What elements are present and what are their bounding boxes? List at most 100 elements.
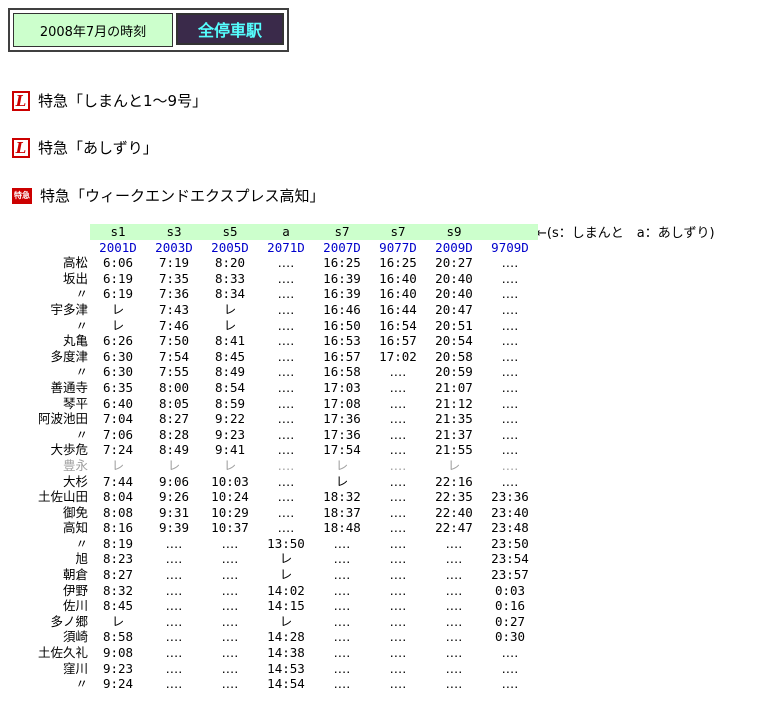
time-cell: ‥‥ (277, 395, 295, 411)
time-cell: ‥‥ (389, 520, 407, 536)
station-name: 多度津 (50, 348, 88, 364)
time-cell: レ (223, 317, 237, 333)
service-code (482, 224, 538, 240)
time-cell: 6:40 (102, 395, 134, 411)
station-name: 坂出 (62, 270, 88, 286)
time-cell: ‥‥ (333, 645, 351, 661)
time-cell: 20:51 (435, 317, 473, 333)
time-cell: 6:30 (102, 364, 134, 380)
time-cell: ‥‥ (165, 551, 183, 567)
time-cell: ‥‥ (165, 645, 183, 661)
station-name: 琴平 (62, 395, 88, 411)
station-name: 土佐久礼 (37, 645, 88, 661)
time-cell: 17:36 (323, 411, 361, 427)
time-cell: 10:37 (211, 520, 249, 536)
timetable-row: 旭 8:23 ‥‥ ‥‥ レ ‥‥ ‥‥ ‥‥ 23:54 (20, 551, 538, 567)
time-cell: ‥‥ (389, 660, 407, 676)
timetable-row: 大歩危 7:24 8:49 9:41 ‥‥ 17:54 ‥‥ 21:55 ‥‥ (20, 442, 538, 458)
timetable-row: 多度津 6:30 7:54 8:45 ‥‥ 16:57 17:02 20:58 ‥‥ (20, 349, 538, 365)
time-cell: 23:40 (491, 504, 529, 520)
time-cell: ‥‥ (389, 676, 407, 692)
time-cell: 16:54 (379, 317, 417, 333)
timetable-row: 朝倉 8:27 ‥‥ ‥‥ レ ‥‥ ‥‥ ‥‥ 23:57 (20, 567, 538, 583)
time-cell: 14:54 (267, 676, 305, 692)
service-legend-note: ←(s：しまんと a：あしずり) (536, 226, 715, 241)
timetable: s1 s3 s5 a s7 s7 s9 2001D 2003D 2005D 2071D 2007D 90… (20, 224, 538, 692)
time-cell: 21:37 (435, 426, 473, 442)
time-cell: 7:43 (158, 301, 190, 317)
time-cell: 14:02 (267, 582, 305, 598)
train-line-ashizuri[interactable]: L 特急「あしずり」 (12, 137, 158, 158)
time-cell: 8:08 (102, 504, 134, 520)
station-name (20, 240, 90, 256)
station-name: 宇多津 (50, 301, 88, 317)
time-cell: ‥‥ (221, 567, 239, 583)
timetable-row: 伊野 8:32 ‥‥ ‥‥ 14:02 ‥‥ ‥‥ ‥‥ 0:03 (20, 583, 538, 599)
station-name: 〃 (75, 426, 88, 442)
time-cell: ‥‥ (165, 567, 183, 583)
time-cell: 17:02 (379, 348, 417, 364)
time-cell: ‥‥ (389, 379, 407, 395)
timetable-row: 宇多津 レ 7:43 レ ‥‥ 16:46 16:44 20:47 ‥‥ (20, 302, 538, 318)
timetable-row: 土佐山田 8:04 9:26 10:24 ‥‥ 18:32 ‥‥ 22:35 23:36 (20, 489, 538, 505)
time-cell: 9:06 (158, 473, 190, 489)
time-cell: ‥‥ (501, 442, 519, 458)
time-cell: ‥‥ (277, 457, 295, 473)
timetable-row: 御免 8:08 9:31 10:29 ‥‥ 18:37 ‥‥ 22:40 23:40 (20, 505, 538, 521)
time-cell: 8:32 (102, 582, 134, 598)
service-code: a (258, 224, 314, 240)
time-cell: 16:44 (379, 301, 417, 317)
time-cell: 23:48 (491, 520, 529, 536)
time-cell: ‥‥ (501, 317, 519, 333)
time-cell: 6:06 (102, 255, 134, 271)
time-cell: 20:40 (435, 286, 473, 302)
timetable-row: 豊永 レ レ レ ‥‥ レ ‥‥ レ ‥‥ (20, 458, 538, 474)
time-cell: ‥‥ (389, 489, 407, 505)
station-name: 高知 (62, 520, 88, 536)
time-cell: 21:35 (435, 411, 473, 427)
timetable-row: 阿波池田 7:04 8:27 9:22 ‥‥ 17:36 ‥‥ 21:35 ‥‥ (20, 411, 538, 427)
time-cell: 21:55 (435, 442, 473, 458)
time-cell: ‥‥ (221, 660, 239, 676)
time-cell: 7:55 (158, 364, 190, 380)
time-cell: ‥‥ (501, 676, 519, 692)
train-line-shimanto[interactable]: L 特急「しまんと1～9号」 (12, 90, 207, 111)
time-cell: ‥‥ (277, 411, 295, 427)
time-cell: 13:50 (267, 535, 305, 551)
time-cell: ‥‥ (277, 348, 295, 364)
time-cell: ‥‥ (221, 535, 239, 551)
time-cell: レ (111, 301, 125, 317)
time-cell: ‥‥ (501, 473, 519, 489)
train-line-weekend-express[interactable]: 特急 特急「ウィークエンドエクスプレス高知」 (12, 185, 325, 206)
time-cell: ‥‥ (333, 660, 351, 676)
time-cell: ‥‥ (445, 676, 463, 692)
time-cell: 17:08 (323, 395, 361, 411)
timetable-row: 〃 8:19 ‥‥ ‥‥ 13:50 ‥‥ ‥‥ ‥‥ 23:50 (20, 536, 538, 552)
time-cell: 22:35 (435, 489, 473, 505)
time-cell: ‥‥ (445, 629, 463, 645)
time-cell: ‥‥ (333, 613, 351, 629)
service-code: s1 (90, 224, 146, 240)
time-cell: 8:27 (102, 567, 134, 583)
station-name: 善通寺 (50, 379, 88, 395)
time-cell: 20:40 (435, 270, 473, 286)
timetable-row: 琴平 6:40 8:05 8:59 ‥‥ 17:08 ‥‥ 21:12 ‥‥ (20, 396, 538, 412)
time-cell: 9:39 (158, 520, 190, 536)
time-cell: ‥‥ (277, 473, 295, 489)
service-code: s5 (202, 224, 258, 240)
station-name: 丸亀 (62, 333, 88, 349)
time-cell: ‥‥ (445, 551, 463, 567)
train-number: 2009D (435, 239, 473, 255)
service-code: s7 (370, 224, 426, 240)
time-cell: ‥‥ (277, 364, 295, 380)
timetable-row: 大杉 7:44 9:06 10:03 ‥‥ レ ‥‥ 22:16 ‥‥ (20, 474, 538, 490)
all-stops-tab[interactable]: 全停車駅 (176, 13, 284, 45)
service-code: s9 (426, 224, 482, 240)
time-cell: 9:22 (214, 411, 246, 427)
time-cell: ‥‥ (501, 286, 519, 302)
time-cell: ‥‥ (277, 286, 295, 302)
time-cell: ‥‥ (445, 535, 463, 551)
time-cell: 0:03 (494, 582, 526, 598)
station-name: 豊永 (62, 457, 88, 473)
time-cell: 8:19 (102, 535, 134, 551)
